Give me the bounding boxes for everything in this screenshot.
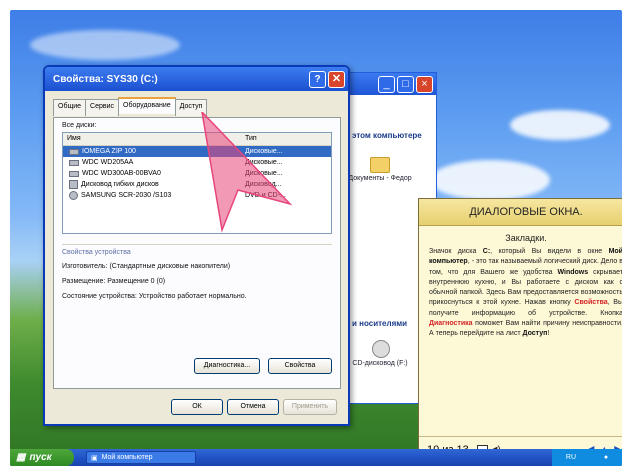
cancel-button[interactable]: Отмена (227, 399, 279, 415)
disk-name: WDC WD300AB-00BVA0 (82, 170, 161, 177)
cloud (510, 110, 610, 140)
floppy-icon (69, 180, 78, 189)
taskbar-item-my-computer[interactable]: ▣ Мой компьютер (86, 451, 196, 464)
section-heading: и носителями (352, 319, 408, 328)
lesson-header: ДИАЛОГОВЫЕ ОКНА. (419, 199, 622, 226)
dialog-title: Свойства: SYS30 (C:) (53, 73, 158, 85)
disk-name: WDC WD205AA (82, 159, 134, 166)
lesson-subheader: Закладки. (505, 233, 547, 243)
list-item[interactable]: WDC WD205AA Дисковые... (63, 157, 331, 168)
lesson-text: Значок диска С:, который Вы видели в окн… (429, 248, 622, 338)
system-tray: RU ● (552, 449, 622, 466)
cloud (430, 160, 550, 200)
folder-label[interactable]: Документы - Федор (345, 175, 415, 182)
start-button[interactable]: ▦ пуск (10, 449, 74, 466)
device-props-title: Свойства устройства (62, 249, 131, 256)
disk-name: SAMSUNG SCR-2030 /S103 (81, 192, 172, 199)
diagnostics-button[interactable]: Диагностика... (194, 358, 260, 374)
lesson-panel: ДИАЛОГОВЫЕ ОКНА. Закладки. Значок диска … (418, 198, 622, 464)
close-icon[interactable]: × (416, 75, 433, 93)
language-indicator[interactable]: RU (566, 454, 576, 461)
disk-type: Дисковод... (245, 181, 282, 188)
column-header-type[interactable]: Тип (241, 133, 257, 145)
desktop: _ □ × этом компьютере и носителями Докум… (10, 10, 622, 466)
drive-icon (69, 148, 79, 155)
properties-button[interactable]: Свойства (268, 358, 332, 374)
apply-button: Применить (283, 399, 337, 415)
disk-list[interactable]: Имя Тип IOMEGA ZIP 100 Дисковые... WDC W… (62, 132, 332, 234)
list-item[interactable]: WDC WD300AB-00BVA0 Дисковые... (63, 168, 331, 179)
disk-name: IOMEGA ZIP 100 (82, 148, 136, 155)
computer-icon: ▣ (91, 454, 98, 462)
disk-type: Дисковые... (245, 170, 283, 177)
help-icon[interactable]: ? (309, 71, 326, 88)
list-item[interactable]: Дисковод гибких дисков Дисковод... (63, 179, 331, 190)
drive-icon (69, 159, 79, 166)
cd-drive-icon[interactable] (372, 340, 390, 358)
tab-hardware[interactable]: Оборудование (118, 97, 176, 114)
tray-icon[interactable]: ● (604, 454, 608, 461)
disk-name: Дисковод гибких дисков (81, 181, 159, 188)
tab-sharing[interactable]: Доступ (174, 99, 208, 116)
tab-service[interactable]: Сервис (85, 99, 120, 116)
dialog-titlebar: Свойства: SYS30 (C:) ? ✕ (45, 67, 348, 91)
maximize-icon[interactable]: □ (397, 75, 414, 93)
manufacturer-text: Изготовитель: (Стандартные дисковые нако… (62, 263, 231, 270)
windows-logo-icon: ▦ (16, 452, 26, 463)
column-header-name[interactable]: Имя (63, 133, 241, 145)
taskbar: ▦ пуск ▣ Мой компьютер RU ● (10, 449, 622, 466)
tab-general[interactable]: Общие (53, 99, 87, 116)
start-label: пуск (29, 452, 52, 463)
divider (62, 244, 332, 245)
list-item[interactable]: IOMEGA ZIP 100 Дисковые... (63, 146, 331, 157)
close-icon[interactable]: ✕ (328, 71, 345, 88)
drive-icon (69, 170, 79, 177)
section-heading: этом компьютере (352, 131, 422, 140)
disk-type: DVD и CD-... (245, 192, 286, 199)
taskbar-item-label: Мой компьютер (101, 454, 153, 461)
tab-panel: Все диски: Имя Тип IOMEGA ZIP 100 Дисков… (53, 117, 341, 389)
cd-icon (69, 191, 78, 200)
list-header: Имя Тип (63, 133, 331, 146)
disk-type: Дисковые... (245, 148, 283, 155)
disk-type: Дисковые... (245, 159, 283, 166)
all-disks-label: Все диски: (62, 122, 97, 129)
status-text: Состояние устройства: Устройство работае… (62, 293, 247, 300)
cd-drive-label[interactable]: CD-дисковод (F:) (345, 360, 415, 367)
ok-button[interactable]: ОК (171, 399, 223, 415)
minimize-icon[interactable]: _ (378, 75, 395, 93)
cloud (30, 30, 180, 60)
location-text: Размещение: Размещение 0 (0) (62, 278, 166, 285)
folder-icon[interactable] (370, 157, 390, 173)
tab-strip: Общие Сервис Оборудование Доступ (53, 97, 208, 116)
properties-dialog: Свойства: SYS30 (C:) ? ✕ Общие Сервис Об… (43, 65, 350, 426)
list-item[interactable]: SAMSUNG SCR-2030 /S103 DVD и CD-... (63, 190, 331, 201)
